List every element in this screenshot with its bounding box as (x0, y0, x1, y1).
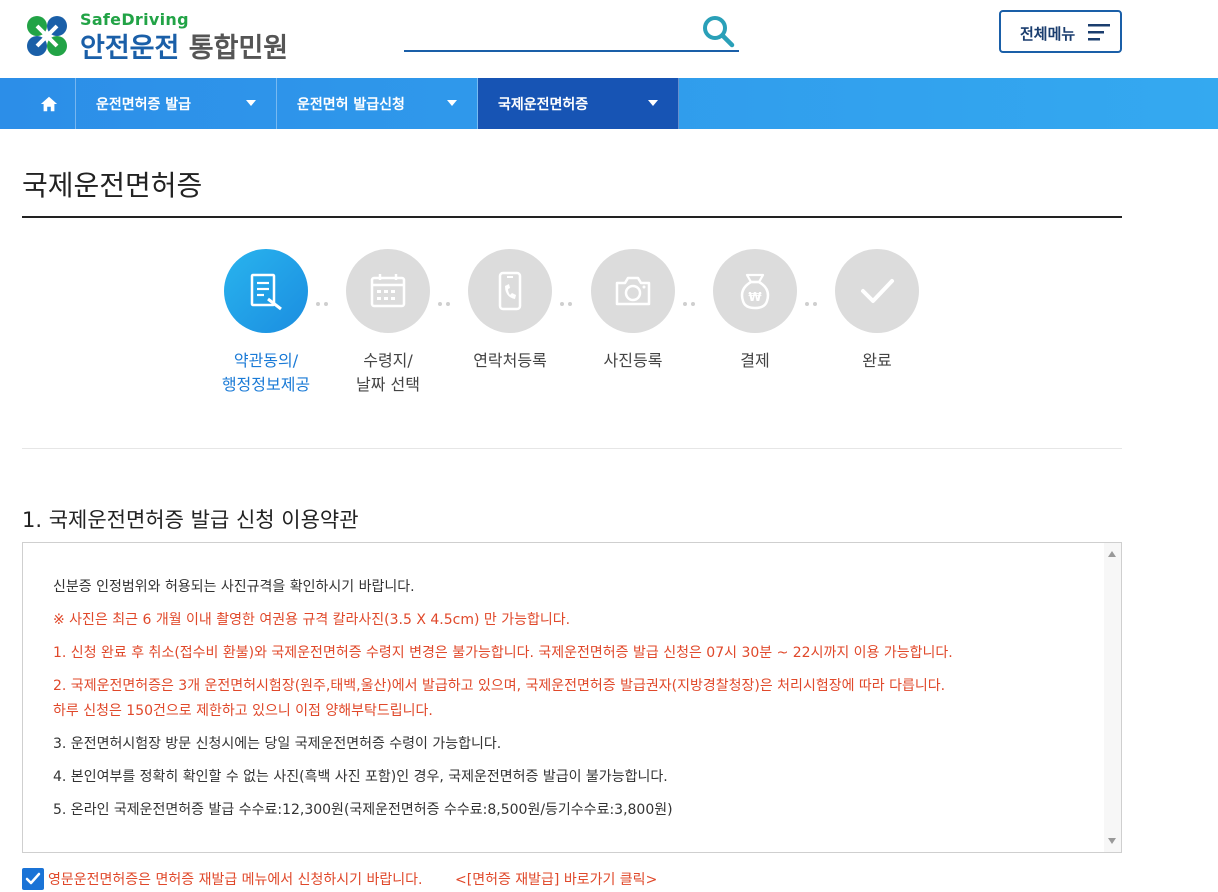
all-menu-label: 전체메뉴 (1020, 25, 1076, 43)
section-title: 1. 국제운전면허증 발급 신청 이용약관 (22, 508, 359, 532)
nav-item-license-apply[interactable]: 운전면허 발급신청 (277, 78, 478, 129)
nav-item-label: 국제운전면허증 (498, 97, 589, 113)
svg-text:₩: ₩ (748, 290, 762, 304)
step-circle (835, 249, 919, 333)
logo-sub-text: 통합민원 (188, 33, 289, 64)
camera-icon (615, 276, 651, 306)
home-button[interactable] (22, 78, 76, 129)
step-photo-register: 사진등록 (591, 249, 675, 370)
step-circle (346, 249, 430, 333)
document-pen-icon (250, 273, 282, 311)
terms-line: 하루 신청은 150건으로 제한하고 있으니 이점 양해부탁드립니다. (53, 703, 433, 719)
step-circle (468, 249, 552, 333)
calendar-icon (370, 274, 406, 308)
logo-main-text: 안전운전 (80, 33, 180, 64)
scroll-up-icon[interactable] (1108, 551, 1116, 557)
terms-box[interactable]: 신분증 인정범위와 허용되는 사진규격을 확인하시기 바랍니다. ※ 사진은 최… (22, 542, 1122, 853)
hamburger-icon (1088, 24, 1110, 41)
caret-down-icon (648, 100, 658, 106)
clover-logo-icon (27, 16, 67, 56)
all-menu-button[interactable]: 전체메뉴 (999, 10, 1122, 53)
terms-line: 5. 온라인 국제운전면허증 발급 수수료:12,300원(국제운전면허증 수수… (53, 802, 673, 818)
english-license-notice: 영문운전면허증은 면허증 재발급 메뉴에서 신청하시기 바랍니다. <[면허증 … (22, 866, 1122, 890)
terms-line: 신분증 인정범위와 허용되는 사진규격을 확인하시기 바랍니다. (53, 579, 415, 595)
scroll-down-icon[interactable] (1108, 838, 1116, 844)
header: SafeDriving 안전운전 통합민원 전체메뉴 (0, 0, 1218, 78)
title-divider (22, 216, 1122, 218)
notice-checkbox[interactable] (22, 868, 44, 890)
nav-item-label: 운전면허 발급신청 (297, 97, 405, 113)
step-circle: ₩ (713, 249, 797, 333)
search-icon[interactable] (701, 14, 735, 48)
caret-down-icon (246, 100, 256, 106)
reissue-shortcut-link[interactable]: <[면허증 재발급] 바로가기 클릭> (455, 869, 657, 889)
step-connector (683, 291, 705, 306)
step-terms-agreement: 약관동의/행정정보제공 (222, 249, 310, 394)
search-bar (404, 12, 739, 52)
step-circle (591, 249, 675, 333)
checkmark-icon (25, 872, 41, 885)
search-input[interactable] (404, 16, 694, 46)
logo-title: 안전운전 통합민원 (80, 26, 288, 65)
step-connector (438, 291, 460, 306)
nav-item-license-issue[interactable]: 운전면허증 발급 (76, 78, 277, 129)
step-payment: ₩ 결제 (713, 249, 797, 370)
terms-line: 1. 신청 완료 후 취소(접수비 환불)와 국제운전면허증 수령지 변경은 불… (53, 645, 953, 661)
notice-text: 영문운전면허증은 면허증 재발급 메뉴에서 신청하시기 바랍니다. (48, 872, 423, 888)
step-connector (805, 291, 827, 306)
terms-scrollbar[interactable] (1104, 543, 1121, 852)
step-contact-register: 연락처등록 (468, 249, 552, 370)
won-bag-icon: ₩ (740, 273, 770, 310)
terms-line: ※ 사진은 최근 6 개월 이내 촬영한 여권용 규격 칼라사진(3.5 X 4… (53, 612, 571, 628)
step-connector (560, 291, 582, 306)
terms-line: 2. 국제운전면허증은 3개 운전면허시험장(원주,태백,울산)에서 발급하고 … (53, 678, 946, 694)
nav-item-international-license[interactable]: 국제운전면허증 (478, 78, 679, 129)
step-pickup-date: 수령지/날짜 선택 (346, 249, 430, 394)
page-title: 국제운전면허증 (22, 169, 203, 202)
terms-line: 4. 본인여부를 정확히 확인할 수 없는 사진(흑백 사진 포함)인 경우, … (53, 769, 668, 785)
check-icon (861, 279, 894, 303)
breadcrumb-nav: 운전면허증 발급 운전면허 발급신청 국제운전면허증 (0, 78, 1218, 129)
home-icon (40, 96, 58, 112)
section-divider (22, 448, 1122, 449)
step-circle (224, 249, 308, 333)
caret-down-icon (447, 100, 457, 106)
terms-line: 3. 운전면허시험장 방문 신청시에는 당일 국제운전면허증 수령이 가능합니다… (53, 736, 502, 752)
step-connector (316, 291, 338, 306)
nav-item-label: 운전면허증 발급 (96, 97, 192, 113)
site-logo[interactable]: SafeDriving 안전운전 통합민원 (22, 10, 312, 64)
step-complete: 완료 (835, 249, 919, 370)
phone-icon (498, 271, 522, 311)
step-label: 완료 (862, 351, 892, 370)
